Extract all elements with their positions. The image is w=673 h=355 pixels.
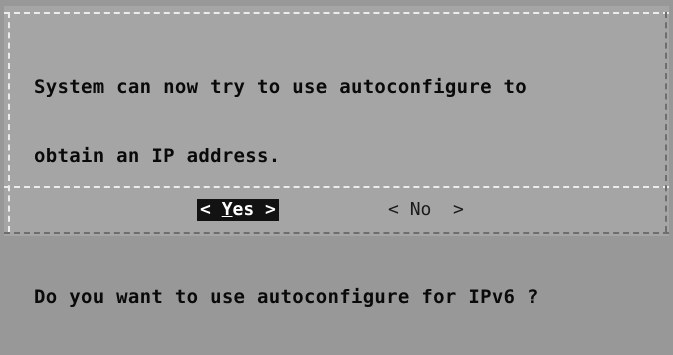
no-button[interactable]: < No > bbox=[385, 199, 467, 221]
dialog-message: System can now try to use autoconfigure … bbox=[34, 30, 654, 355]
dialog-right-border bbox=[665, 12, 667, 232]
message-line-1: System can now try to use autoconfigure … bbox=[34, 76, 528, 98]
no-button-open: < bbox=[388, 199, 410, 220]
yes-button-open: < bbox=[200, 199, 222, 220]
message-gap bbox=[34, 214, 654, 240]
no-button-rest: o bbox=[420, 199, 432, 220]
dialog-left-border bbox=[8, 12, 10, 232]
no-button-close: > bbox=[431, 199, 464, 220]
yes-button-rest: es bbox=[232, 199, 255, 220]
autoconfigure-dialog: System can now try to use autoconfigure … bbox=[4, 6, 669, 308]
yes-button-close: > bbox=[254, 199, 276, 220]
dialog-top-border bbox=[4, 12, 669, 14]
message-question: Do you want to use autoconfigure for IPv… bbox=[34, 286, 539, 308]
message-line-2: obtain an IP address. bbox=[34, 145, 281, 167]
yes-button[interactable]: < Yes > bbox=[197, 199, 279, 221]
no-button-hotkey: N bbox=[409, 199, 421, 220]
yes-button-hotkey: Y bbox=[221, 199, 233, 220]
